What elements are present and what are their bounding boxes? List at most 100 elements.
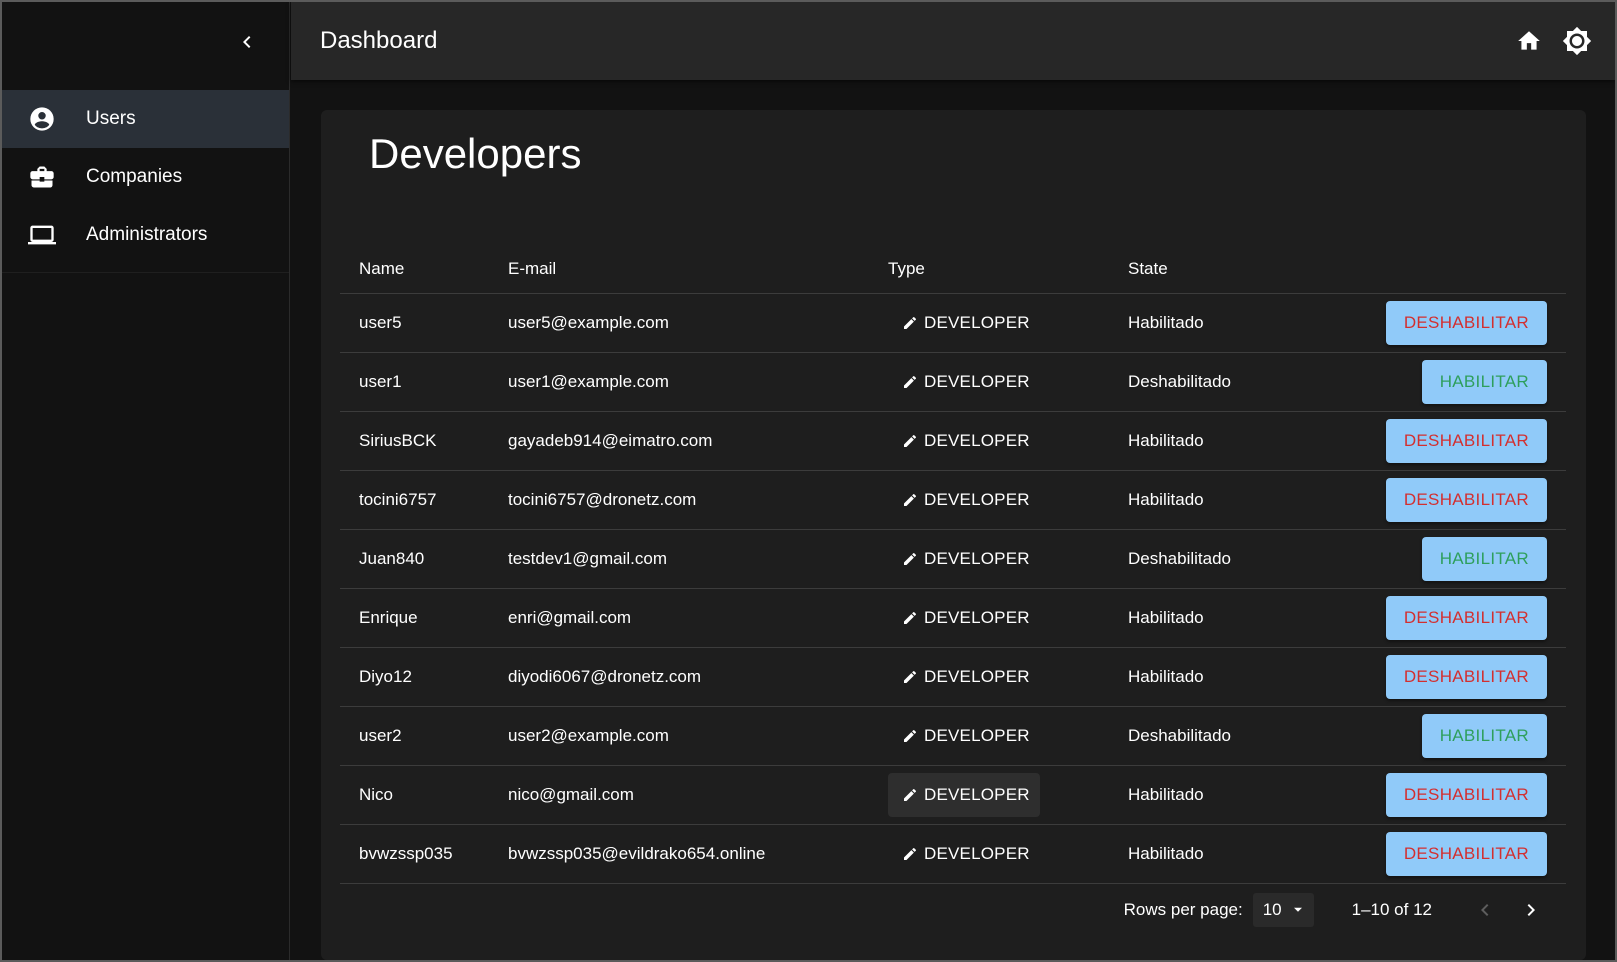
cell-action: DESHABILITAR (1328, 647, 1566, 707)
table-body: user5 user5@example.com DEVELOPER Habilitad… (340, 293, 1566, 884)
previous-page-button[interactable] (1462, 890, 1508, 930)
enable-button[interactable]: HABILITAR (1421, 536, 1547, 581)
cell-state: Habilitado (1128, 470, 1328, 530)
table-row: Nico nico@gmail.com DEVELOPER Habilitado DES… (340, 765, 1566, 825)
arrow-drop-down-icon (1290, 902, 1306, 918)
table-row: user5 user5@example.com DEVELOPER Habilitad… (340, 293, 1566, 353)
rows-per-page-select[interactable]: 10 (1252, 893, 1314, 927)
cell-type: DEVELOPER (888, 529, 1128, 589)
table-row: user2 user2@example.com DEVELOPER Deshabili… (340, 706, 1566, 766)
type-label: DEVELOPER (924, 430, 1030, 450)
cell-type: DEVELOPER (888, 824, 1128, 884)
developers-card: Developers Name E-mail Type State user5 u… (321, 110, 1586, 960)
collapse-sidebar-button[interactable] (235, 30, 259, 54)
cell-name: user1 (340, 352, 508, 412)
disable-button[interactable]: DESHABILITAR (1385, 300, 1547, 345)
home-icon (1518, 31, 1540, 50)
type-label: DEVELOPER (924, 784, 1030, 804)
pencil-icon (902, 433, 918, 449)
cell-action: DESHABILITAR (1328, 293, 1566, 353)
cell-state: Habilitado (1128, 293, 1328, 353)
chevron-left-icon (243, 36, 251, 48)
cell-email: tocini6757@dronetz.com (508, 470, 888, 530)
column-header-state: State (1128, 235, 1328, 294)
cell-name: Enrique (340, 588, 508, 648)
sidebar-item-administrators[interactable]: Administrators (2, 206, 289, 264)
table-row: Juan840 testdev1@gmail.com DEVELOPER Deshab… (340, 529, 1566, 589)
disable-button[interactable]: DESHABILITAR (1385, 772, 1547, 817)
column-header-name: Name (340, 235, 508, 294)
pencil-icon (902, 669, 918, 685)
sidebar-header (2, 2, 289, 82)
enable-button[interactable]: HABILITAR (1421, 713, 1547, 758)
table-row: bvwzssp035 bvwzssp035@evildrako654.online… (340, 824, 1566, 884)
cell-email: nico@gmail.com (508, 765, 888, 825)
cell-email: user2@example.com (508, 706, 888, 766)
table-row: tocini6757 tocini6757@dronetz.com DEVELOPE… (340, 470, 1566, 530)
pencil-icon (902, 610, 918, 626)
disable-button[interactable]: DESHABILITAR (1385, 654, 1547, 699)
theme-toggle-button[interactable] (1561, 22, 1593, 60)
cell-type: DEVELOPER (888, 352, 1128, 412)
pencil-icon (902, 551, 918, 567)
table-row: Enrique enri@gmail.com DEVELOPER Habilitado… (340, 588, 1566, 648)
column-header-email: E-mail (508, 235, 888, 294)
cell-action: HABILITAR (1328, 529, 1566, 589)
disable-button[interactable]: DESHABILITAR (1385, 831, 1547, 876)
pencil-icon (902, 787, 918, 803)
pencil-icon (902, 374, 918, 390)
edit-type-button[interactable]: DEVELOPER (888, 772, 1040, 817)
cell-email: user1@example.com (508, 352, 888, 412)
disable-button[interactable]: DESHABILITAR (1385, 477, 1547, 522)
sidebar-item-label: Administrators (86, 224, 208, 245)
sidebar-nav: Users Companies Administrators (2, 82, 289, 273)
edit-type-button[interactable]: DEVELOPER (888, 478, 1040, 522)
table-row: Diyo12 diyodi6067@dronetz.com DEVELOPER Hab… (340, 647, 1566, 707)
cell-email: diyodi6067@dronetz.com (508, 647, 888, 707)
home-button[interactable] (1513, 22, 1545, 60)
edit-type-button[interactable]: DEVELOPER (888, 419, 1040, 463)
cell-type: DEVELOPER (888, 765, 1128, 825)
cell-name: user5 (340, 293, 508, 353)
edit-type-button[interactable]: DEVELOPER (888, 360, 1040, 404)
cell-type: DEVELOPER (888, 647, 1128, 707)
cell-name: user2 (340, 706, 508, 766)
pencil-icon (902, 315, 918, 331)
disable-button[interactable]: DESHABILITAR (1385, 595, 1547, 640)
cell-action: DESHABILITAR (1328, 470, 1566, 530)
cell-email: enri@gmail.com (508, 588, 888, 648)
page-title: Developers (369, 130, 582, 177)
edit-type-button[interactable]: DEVELOPER (888, 655, 1040, 699)
cell-email: bvwzssp035@evildrako654.online (508, 824, 888, 884)
cell-name: Juan840 (340, 529, 508, 589)
edit-type-button[interactable]: DEVELOPER (888, 537, 1040, 581)
cell-action: HABILITAR (1328, 352, 1566, 412)
laptop-icon (28, 221, 56, 249)
rows-per-page-value: 10 (1262, 900, 1282, 919)
sidebar-item-users[interactable]: Users (2, 90, 289, 148)
edit-type-button[interactable]: DEVELOPER (888, 832, 1040, 876)
edit-type-button[interactable]: DEVELOPER (888, 596, 1040, 640)
cell-email: user5@example.com (508, 293, 888, 353)
cell-type: DEVELOPER (888, 706, 1128, 766)
cell-state: Habilitado (1128, 765, 1328, 825)
cell-type: DEVELOPER (888, 293, 1128, 353)
cell-action: DESHABILITAR (1328, 411, 1566, 471)
type-label: DEVELOPER (924, 489, 1030, 509)
brightness-icon (1562, 26, 1592, 56)
rows-per-page-label: Rows per page: (1123, 900, 1243, 919)
enable-button[interactable]: HABILITAR (1421, 359, 1547, 404)
disable-button[interactable]: DESHABILITAR (1385, 418, 1547, 463)
table-row: SiriusBCK gayadeb914@eimatro.com DEVELOPER… (340, 411, 1566, 471)
chevron-left-icon (1481, 904, 1489, 916)
edit-type-button[interactable]: DEVELOPER (888, 301, 1040, 345)
sidebar-item-companies[interactable]: Companies (2, 148, 289, 206)
edit-type-button[interactable]: DEVELOPER (888, 714, 1040, 758)
developers-table: Name E-mail Type State user5 user5@exampl… (340, 235, 1566, 884)
type-label: DEVELOPER (924, 371, 1030, 391)
cell-state: Deshabilitado (1128, 352, 1328, 412)
sidebar: Users Companies Administrators (2, 2, 290, 960)
next-page-button[interactable] (1508, 890, 1554, 930)
column-header-actions (1328, 235, 1566, 294)
pencil-icon (902, 728, 918, 744)
